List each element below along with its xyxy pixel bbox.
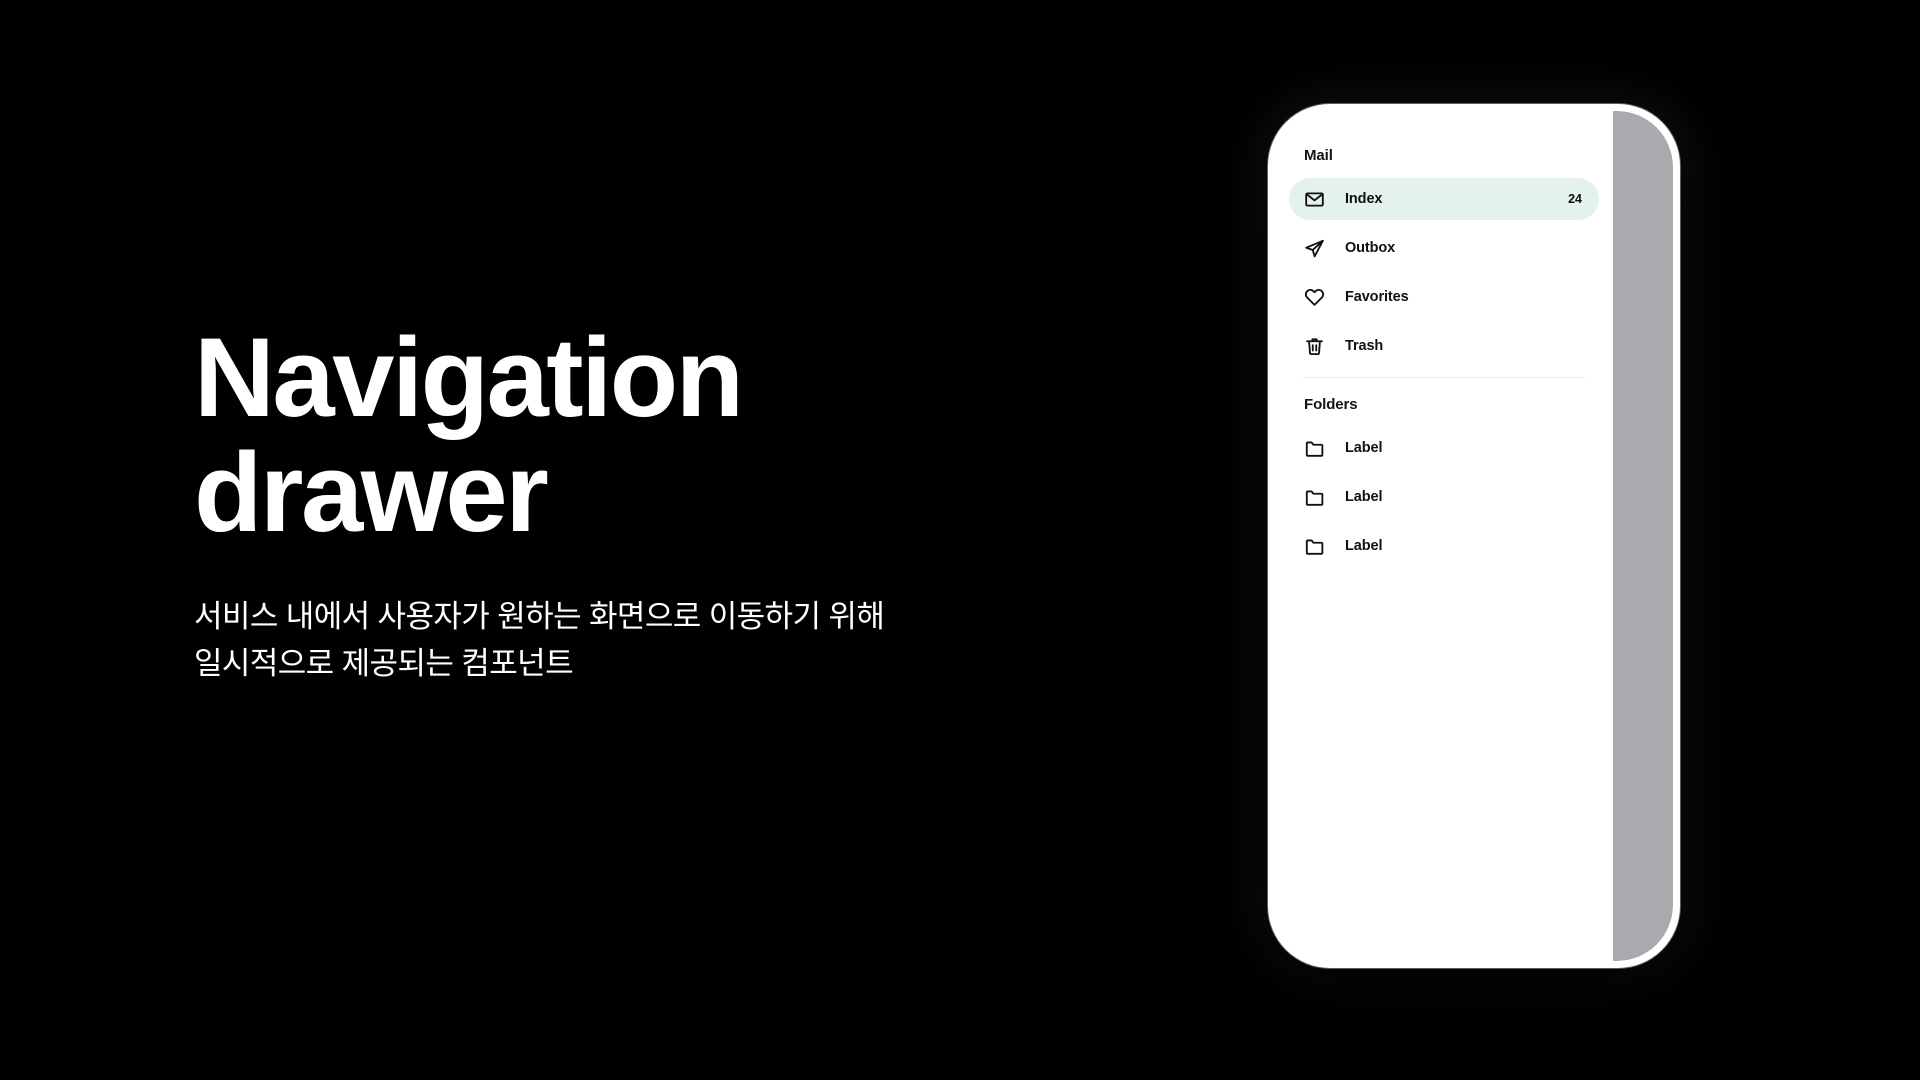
intro-copy-block: Navigation drawer 서비스 내에서 사용자가 원하는 화면으로 …	[194, 320, 1074, 687]
section-title-mail: Mail	[1304, 147, 1333, 164]
unread-count-badge: 24	[1568, 192, 1582, 206]
nav-item-label: Trash	[1345, 338, 1384, 354]
page-title: Navigation drawer	[194, 315, 744, 556]
navigation-drawer: Mail Index 24 Outbox Favorites Trash Fol…	[1275, 111, 1613, 961]
page-description: 서비스 내에서 사용자가 원하는 화면으로 이동하기 위해 일시적으로 제공되는…	[194, 598, 885, 681]
nav-item-trash[interactable]: Trash	[1289, 325, 1599, 367]
phone-frame: Mail Index 24 Outbox Favorites Trash Fol…	[1268, 104, 1680, 968]
phone-mockup: Mail Index 24 Outbox Favorites Trash Fol…	[1252, 90, 1696, 982]
nav-item-folder-3[interactable]: Label	[1289, 525, 1599, 567]
phone-screen: Mail Index 24 Outbox Favorites Trash Fol…	[1275, 111, 1673, 961]
trash-icon	[1304, 336, 1325, 357]
folder-icon	[1304, 536, 1325, 557]
nav-item-favorites[interactable]: Favorites	[1289, 276, 1599, 318]
nav-item-folder-1[interactable]: Label	[1289, 427, 1599, 469]
nav-item-label: Index	[1345, 191, 1383, 207]
folder-icon	[1304, 438, 1325, 459]
nav-item-label: Label	[1345, 489, 1383, 505]
section-title-folders: Folders	[1304, 396, 1358, 413]
drawer-scrim-overlay[interactable]	[1613, 111, 1673, 961]
folder-icon	[1304, 487, 1325, 508]
nav-item-label: Label	[1345, 440, 1383, 456]
nav-item-index[interactable]: Index 24	[1289, 178, 1599, 220]
nav-item-label: Outbox	[1345, 240, 1396, 256]
paper-plane-icon	[1304, 238, 1325, 259]
nav-item-folder-2[interactable]: Label	[1289, 476, 1599, 518]
nav-item-label: Favorites	[1345, 289, 1409, 305]
nav-item-outbox[interactable]: Outbox	[1289, 227, 1599, 269]
envelope-icon	[1304, 189, 1325, 210]
nav-item-label: Label	[1345, 538, 1383, 554]
heart-icon	[1304, 287, 1325, 308]
